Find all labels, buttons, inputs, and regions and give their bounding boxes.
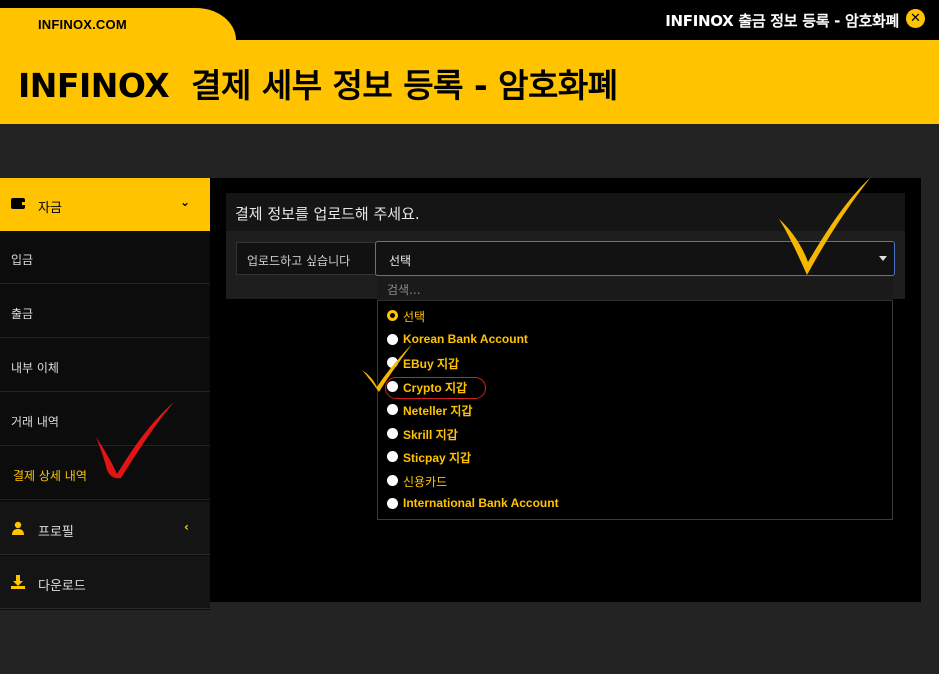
yellow-checkmark-small bbox=[362, 344, 412, 392]
yellow-checkmark-large bbox=[779, 177, 871, 275]
red-checkmark bbox=[96, 402, 174, 479]
page: INFINOX.COM INFINOX 출금 정보 등록 - 암호화폐 ✕ IN… bbox=[0, 0, 939, 674]
annotation-overlay bbox=[96, 177, 871, 479]
